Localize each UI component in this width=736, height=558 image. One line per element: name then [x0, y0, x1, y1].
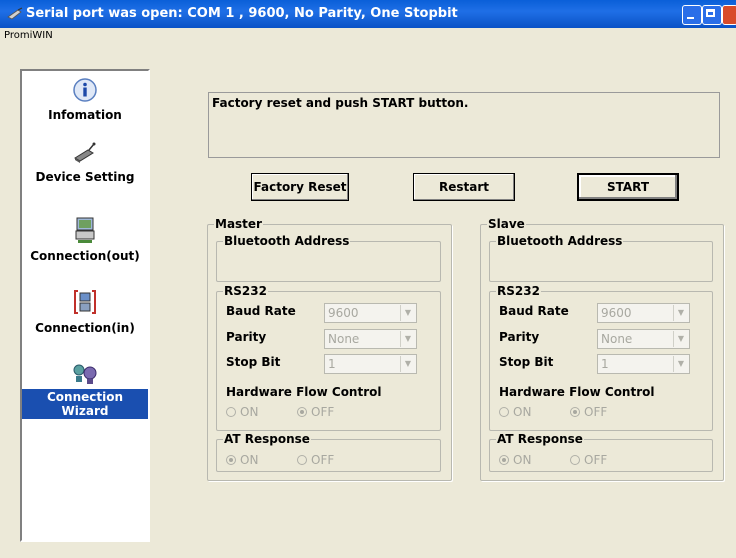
radio-label: ON	[513, 453, 532, 467]
slave-parity-label: Parity	[499, 330, 540, 344]
close-button[interactable]	[722, 5, 736, 25]
master-parity-label: Parity	[226, 330, 267, 344]
slave-bt-address-label: Bluetooth Address	[497, 234, 623, 248]
chevron-down-icon[interactable]: ▼	[400, 331, 415, 347]
status-message: Factory reset and push START button.	[212, 96, 469, 110]
sidebar-item-connection-out[interactable]: Connection(out)	[22, 216, 148, 264]
sidebar-item-connection-wizard[interactable]: Connection Wizard	[22, 361, 148, 419]
master-bt-address-label: Bluetooth Address	[224, 234, 350, 248]
slave-baud-select[interactable]: 9600 ▼	[597, 303, 690, 323]
sidebar-item-label: Infomation	[48, 108, 122, 122]
window-title: Serial port was open: COM 1 , 9600, No P…	[26, 6, 458, 21]
restart-button[interactable]: Restart	[413, 173, 515, 201]
master-parity-value: None	[328, 332, 360, 346]
menu-app-label: PromiWIN	[4, 30, 53, 41]
status-message-box: Factory reset and push START button.	[208, 92, 720, 158]
master-stop-value: 1	[328, 357, 336, 371]
master-bt-address-group: Bluetooth Address	[216, 234, 441, 282]
master-baud-value: 9600	[328, 306, 359, 320]
connection-out-icon	[75, 217, 95, 243]
slave-baud-value: 9600	[601, 306, 632, 320]
info-icon	[73, 78, 97, 102]
sidebar-item-connection-in[interactable]: Connection(in)	[22, 288, 148, 336]
sidebar-item-label: Connection Wizard	[22, 389, 148, 419]
start-button[interactable]: START	[577, 173, 679, 201]
sidebar: Infomation Device Setting Connection(out…	[20, 69, 150, 542]
radio-label: OFF	[584, 453, 608, 467]
master-at-label: AT Response	[224, 432, 310, 446]
radio-label: ON	[513, 405, 532, 419]
sidebar-item-device-setting[interactable]: Device Setting	[22, 139, 148, 185]
master-stop-label: Stop Bit	[226, 355, 281, 369]
sidebar-item-infomation[interactable]: Infomation	[22, 77, 148, 123]
master-baud-label: Baud Rate	[226, 304, 296, 318]
master-at-off-radio[interactable]: OFF	[297, 453, 334, 467]
connection-in-icon	[74, 290, 96, 314]
radio-label: OFF	[311, 453, 335, 467]
slave-at-on-radio[interactable]: ON	[499, 453, 531, 467]
menu-bar: PromiWIN	[0, 28, 736, 44]
sidebar-item-label: Connection(out)	[30, 249, 140, 263]
master-rs232-label: RS232	[224, 284, 267, 298]
radio-label: ON	[240, 405, 259, 419]
sidebar-item-label: Connection(in)	[35, 321, 135, 335]
slave-title: Slave	[488, 217, 525, 231]
radio-label: ON	[240, 453, 259, 467]
chevron-down-icon[interactable]: ▼	[673, 331, 688, 347]
device-icon	[74, 142, 96, 163]
slave-hfc-on-radio[interactable]: ON	[499, 405, 531, 419]
slave-bt-address-group: Bluetooth Address	[489, 234, 713, 282]
title-bar[interactable]: Serial port was open: COM 1 , 9600, No P…	[0, 0, 736, 28]
slave-baud-label: Baud Rate	[499, 304, 569, 318]
chevron-down-icon[interactable]: ▼	[400, 305, 415, 321]
wizard-icon	[73, 364, 97, 384]
slave-stop-select[interactable]: 1 ▼	[597, 354, 690, 374]
slave-at-label: AT Response	[497, 432, 583, 446]
radio-label: OFF	[311, 405, 335, 419]
slave-parity-select[interactable]: None ▼	[597, 329, 690, 349]
master-baud-select[interactable]: 9600 ▼	[324, 303, 417, 323]
app-icon	[7, 7, 23, 20]
chevron-down-icon[interactable]: ▼	[673, 305, 688, 321]
slave-parity-value: None	[601, 332, 633, 346]
slave-hfc-label: Hardware Flow Control	[499, 385, 655, 399]
minimize-button[interactable]	[682, 5, 702, 25]
slave-stop-label: Stop Bit	[499, 355, 554, 369]
slave-rs232-label: RS232	[497, 284, 540, 298]
radio-label: OFF	[584, 405, 608, 419]
factory-reset-button[interactable]: Factory Reset	[251, 173, 349, 201]
master-stop-select[interactable]: 1 ▼	[324, 354, 417, 374]
master-hfc-label: Hardware Flow Control	[226, 385, 382, 399]
slave-stop-value: 1	[601, 357, 609, 371]
maximize-button[interactable]	[702, 5, 722, 25]
master-hfc-on-radio[interactable]: ON	[226, 405, 258, 419]
chevron-down-icon[interactable]: ▼	[673, 356, 688, 372]
slave-hfc-off-radio[interactable]: OFF	[570, 405, 607, 419]
chevron-down-icon[interactable]: ▼	[400, 356, 415, 372]
sidebar-item-label: Device Setting	[35, 170, 135, 184]
master-at-on-radio[interactable]: ON	[226, 453, 258, 467]
master-parity-select[interactable]: None ▼	[324, 329, 417, 349]
master-hfc-off-radio[interactable]: OFF	[297, 405, 334, 419]
slave-at-off-radio[interactable]: OFF	[570, 453, 607, 467]
master-title: Master	[215, 217, 262, 231]
